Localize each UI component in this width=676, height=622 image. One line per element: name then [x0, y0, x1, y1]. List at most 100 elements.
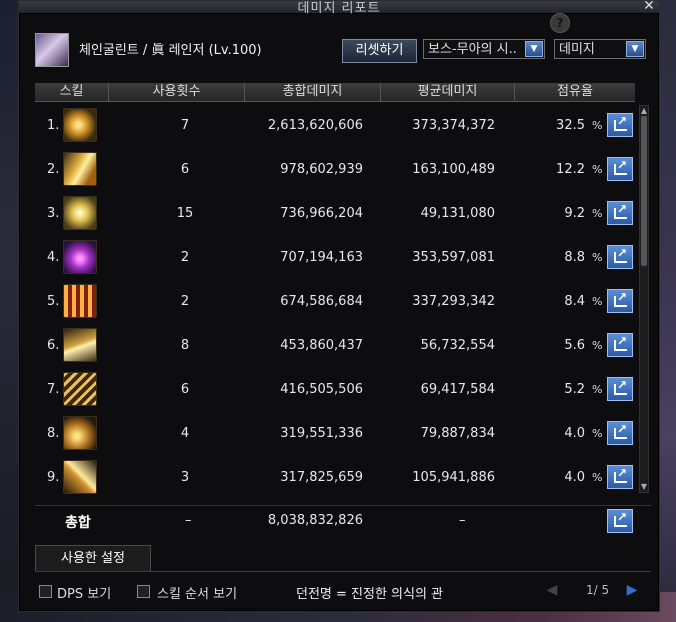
row-rank: 8. [47, 425, 60, 441]
row-total-damage: 319,551,336 [280, 425, 363, 441]
share-icon[interactable] [607, 377, 633, 401]
table-row: 2. 6 978,602,939 163,100,489 12.2% [35, 147, 635, 191]
percent-sign: % [592, 250, 603, 264]
row-average-damage: 79,887,834 [420, 425, 495, 441]
chevron-down-icon[interactable]: ▼ [626, 41, 644, 57]
row-average-damage: 373,374,372 [412, 117, 495, 133]
boss-select-value: 보스-무아의 시.. [428, 42, 517, 57]
row-rank: 2. [47, 161, 60, 177]
skill-icon [63, 416, 97, 450]
percent-sign: % [592, 206, 603, 220]
percent-sign: % [592, 118, 603, 132]
column-header-uses[interactable]: 사용횟수 [109, 83, 245, 101]
row-share: 12.2 [556, 161, 585, 177]
table-scrollbar[interactable]: ▲ ▼ [639, 105, 649, 493]
table-body: 1. 7 2,613,620,606 373,374,372 32.5% 2. 6 978,6… [35, 103, 635, 494]
row-share: 5.2 [564, 381, 585, 397]
row-uses: 6 [180, 161, 190, 177]
damage-type-select-value: 데미지 [559, 42, 595, 57]
share-icon[interactable] [607, 245, 633, 269]
damage-type-select[interactable]: 데미지 ▼ [554, 39, 646, 59]
dps-view-checkbox[interactable] [39, 585, 52, 598]
row-rank: 4. [47, 249, 60, 265]
character-name: 체인굴린트 / 眞 레인저 (Lv.100) [79, 43, 262, 58]
row-rank: 7. [47, 381, 60, 397]
skill-icon [63, 196, 97, 230]
total-uses: – [185, 513, 192, 528]
share-icon[interactable] [607, 333, 633, 357]
prev-page-icon[interactable]: ◀ [544, 581, 560, 599]
row-share: 32.5 [556, 117, 585, 133]
share-icon[interactable] [607, 113, 633, 137]
skill-icon [63, 152, 97, 186]
row-share: 9.2 [564, 205, 585, 221]
skill-order-checkbox[interactable] [137, 585, 150, 598]
row-average-damage: 49,131,080 [420, 205, 495, 221]
percent-sign: % [592, 426, 603, 440]
row-average-damage: 69,417,584 [420, 381, 495, 397]
column-header-skill[interactable]: 스킬 [35, 83, 109, 101]
dungeon-name: 던전명 = 진정한 의식의 관 [296, 587, 444, 602]
skill-order-label: 스킬 순서 보기 [157, 587, 238, 602]
next-page-icon[interactable]: ▶ [624, 581, 640, 599]
chevron-down-icon[interactable]: ▼ [525, 41, 543, 57]
row-uses: 8 [180, 337, 190, 353]
row-total-damage: 978,602,939 [280, 161, 363, 177]
share-icon[interactable] [607, 157, 633, 181]
close-button[interactable]: ✕ [641, 0, 657, 13]
dps-view-label: DPS 보기 [57, 587, 112, 602]
reset-button[interactable]: 리셋하기 [342, 39, 417, 63]
scroll-down-icon[interactable]: ▼ [640, 482, 648, 492]
row-uses: 3 [180, 469, 190, 485]
table-row: 5. 2 674,586,684 337,293,342 8.4% [35, 279, 635, 323]
percent-sign: % [592, 470, 603, 484]
row-total-damage: 707,194,163 [280, 249, 363, 265]
table-row: 1. 7 2,613,620,606 373,374,372 32.5% [35, 103, 635, 147]
tab-used-settings[interactable]: 사용한 설정 [35, 545, 151, 572]
table-row: 4. 2 707,194,163 353,597,081 8.8% [35, 235, 635, 279]
row-total-damage: 317,825,659 [280, 469, 363, 485]
row-rank: 6. [47, 337, 60, 353]
row-average-damage: 56,732,554 [420, 337, 495, 353]
row-total-damage: 453,860,437 [280, 337, 363, 353]
damage-report-window: 데미지 리포트 ✕ ? 체인굴린트 / 眞 레인저 (Lv.100) 리셋하기 … [18, 0, 660, 612]
percent-sign: % [592, 382, 603, 396]
share-icon[interactable] [607, 201, 633, 225]
scroll-up-icon[interactable]: ▲ [640, 106, 648, 116]
row-average-damage: 353,597,081 [412, 249, 495, 265]
row-rank: 9. [47, 469, 60, 485]
column-header-share[interactable]: 점유율 [515, 83, 635, 101]
row-average-damage: 163,100,489 [412, 161, 495, 177]
share-icon[interactable] [607, 465, 633, 489]
page-indicator: 1/ 5 [586, 583, 610, 597]
row-total-damage: 736,966,204 [280, 205, 363, 221]
skill-damage-table: 스킬 사용횟수 총합데미지 평균데미지 점유율 1. 7 2,613,620,606… [35, 83, 651, 494]
help-button[interactable]: ? [550, 13, 570, 33]
row-uses: 7 [180, 117, 190, 133]
row-share: 5.6 [564, 337, 585, 353]
scroll-thumb[interactable] [641, 116, 647, 266]
header: 체인굴린트 / 眞 레인저 (Lv.100) 리셋하기 보스-무아의 시.. ▼… [19, 31, 659, 67]
skill-icon [63, 108, 97, 142]
table-row: 6. 8 453,860,437 56,732,554 5.6% [35, 323, 635, 367]
title-bar[interactable]: 데미지 리포트 ✕ [19, 0, 659, 16]
boss-select[interactable]: 보스-무아의 시.. ▼ [423, 39, 545, 59]
skill-icon [63, 328, 97, 362]
column-header-total-damage[interactable]: 총합데미지 [245, 83, 381, 101]
row-total-damage: 674,586,684 [280, 293, 363, 309]
row-share: 4.0 [564, 425, 585, 441]
share-icon[interactable] [607, 421, 633, 445]
percent-sign: % [592, 294, 603, 308]
row-uses: 6 [180, 381, 190, 397]
character-avatar [35, 33, 69, 67]
footer: DPS 보기 스킬 순서 보기 던전명 = 진정한 의식의 관 ◀ 1/ 5 ▶ [19, 579, 659, 605]
row-rank: 1. [47, 117, 60, 133]
row-share: 8.8 [564, 249, 585, 265]
row-rank: 3. [47, 205, 60, 221]
column-header-average-damage[interactable]: 평균데미지 [381, 83, 515, 101]
total-average: – [459, 513, 466, 528]
share-icon[interactable] [607, 289, 633, 313]
table-row: 3. 15 736,966,204 49,131,080 9.2% [35, 191, 635, 235]
row-share: 8.4 [564, 293, 585, 309]
share-icon[interactable] [607, 509, 633, 533]
